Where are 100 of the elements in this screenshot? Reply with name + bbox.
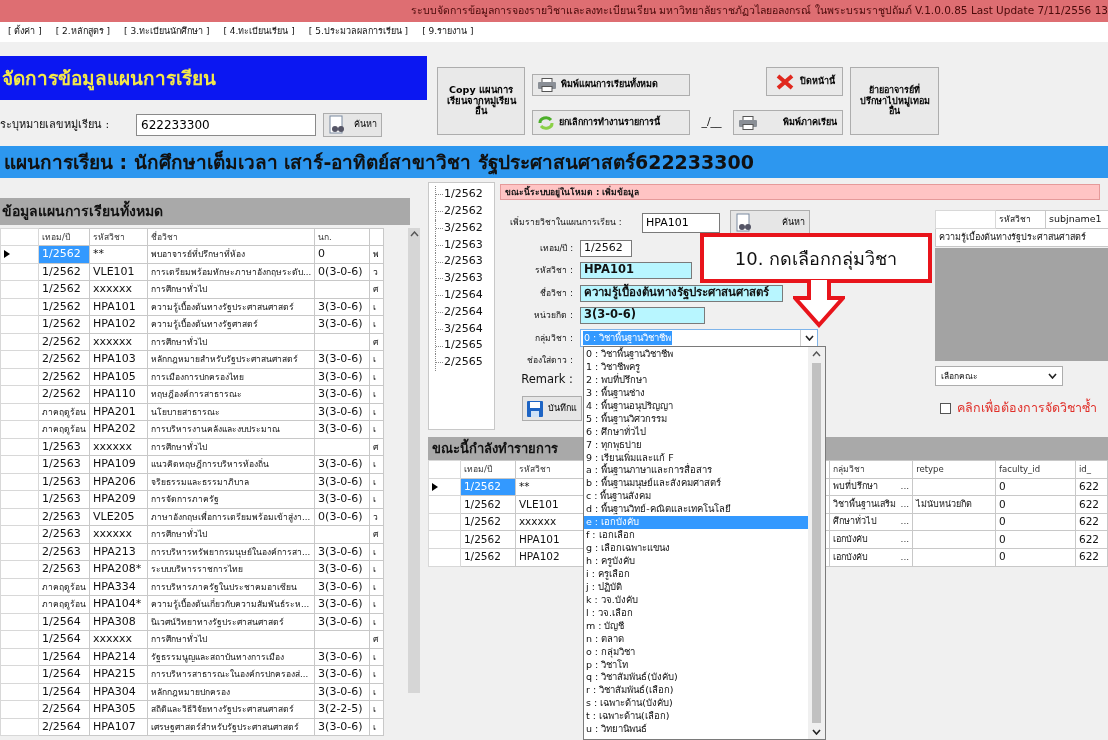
faculty-dropdown[interactable]: เลือกคณะ xyxy=(935,366,1063,386)
dropdown-option[interactable]: d : พื้นฐานวิทย์-คณิตและเทคโนโลยี xyxy=(584,503,808,517)
menu-item[interactable]: [ ตั้งค่า ] xyxy=(8,25,42,39)
dropdown-option[interactable]: u : วิทยานิพนธ์ xyxy=(584,723,808,737)
table-cell: xxxxxx xyxy=(89,630,148,649)
column-header[interactable]: id_ xyxy=(1075,460,1108,479)
callout-arrow xyxy=(793,280,845,328)
dropdown-option[interactable]: l : วจ.เลือก xyxy=(584,606,808,620)
menu-item[interactable]: [ 9.รายงาน ] xyxy=(422,25,474,39)
table-cell: เ xyxy=(369,578,384,596)
tree-item[interactable]: 2/2563 xyxy=(435,253,483,270)
dropdown-option[interactable]: r : วิชาสัมพันธ์(เลือก) xyxy=(584,684,808,698)
table-cell: HPA213 xyxy=(89,543,148,561)
dropdown-option[interactable]: o : กลุ่มวิชา xyxy=(584,645,808,659)
text-field[interactable]: 3(3-0-6) xyxy=(580,306,705,324)
dropdown-option[interactable]: j : ปฏิบัติ xyxy=(584,580,808,594)
dropdown-option[interactable]: q : วิชาสัมพันธ์(บังคับ) xyxy=(584,671,808,685)
table-cell: HPA101 xyxy=(89,298,148,316)
menu-item[interactable]: [ 2.หลักสูตร ] xyxy=(55,25,111,39)
field-label: ช่องใส่ดาว : xyxy=(526,353,574,367)
text-field[interactable]: HPA101 xyxy=(580,261,692,279)
close-button[interactable]: ปิดหน้านี้ xyxy=(766,67,843,96)
table-cell: HPA105 xyxy=(89,368,148,386)
table-cell: xxxxxx xyxy=(89,525,148,544)
table-cell: การจัดการภาครัฐ xyxy=(147,490,315,509)
more-button[interactable]: ... xyxy=(900,480,910,494)
table-cell: 622 xyxy=(1075,548,1108,567)
dropdown-option[interactable]: i : ครูเลือก xyxy=(584,567,808,581)
table-cell: 3(3-0-6) xyxy=(314,420,370,439)
table-cell: 2/2563 xyxy=(38,525,90,544)
group-number-field[interactable]: 622233300 xyxy=(136,114,316,136)
tree-item[interactable]: 2/2564 xyxy=(435,303,483,321)
tree-item[interactable]: 1/2564 xyxy=(435,286,483,304)
save-button[interactable]: บันทึกแ xyxy=(522,396,582,421)
column-header[interactable]: retype xyxy=(912,460,996,479)
move-advisor-button[interactable]: ย้ายอาจารย์ที่ปรึกษาไปหมู่เทอมอื่น xyxy=(850,67,939,135)
column-header[interactable]: รหัสวิชา xyxy=(515,460,586,479)
tree-item[interactable]: 2/2565 xyxy=(435,353,483,371)
more-button[interactable]: ... xyxy=(900,532,910,547)
tree-item[interactable]: 2/2562 xyxy=(435,202,483,220)
table-cell: 3(3-0-6) xyxy=(314,490,370,509)
dropdown-option[interactable]: k : วจ.บังคับ xyxy=(584,593,808,607)
dropdown-option[interactable]: 2 : พบที่ปรึกษา xyxy=(584,373,808,387)
dropdown-option[interactable]: m : บัญชี xyxy=(584,619,808,633)
table-cell: HPA208* xyxy=(89,560,148,579)
menu-item[interactable]: [ 4.ทะเบียนเรียน ] xyxy=(223,25,295,39)
dropdown-option[interactable]: 6 : ศึกษาทั่วไป xyxy=(584,425,808,439)
dropdown-option[interactable]: t : เฉพาะด้าน(เลือก) xyxy=(584,710,808,724)
tree-item[interactable]: 1/2563 xyxy=(435,236,483,254)
tree-item[interactable]: 3/2564 xyxy=(435,320,483,338)
checkbox-label[interactable]: คลิกเพื่อต้องการจัดวิชาซ้ำ xyxy=(957,399,1097,418)
table-cell: แนวคิดทฤษฎีการบริหารท้องถิ่น xyxy=(147,455,315,474)
column-header[interactable]: subjname1 xyxy=(1045,210,1108,229)
column-header[interactable]: faculty_id xyxy=(995,460,1076,479)
more-button[interactable]: ... xyxy=(900,515,910,529)
scrollbar[interactable] xyxy=(808,347,825,739)
search-button[interactable]: ค้นหา xyxy=(323,113,382,137)
tree-item[interactable]: 1/2565 xyxy=(435,337,483,354)
column-header[interactable]: กลุ่มวิชา xyxy=(829,460,913,479)
dropdown-option[interactable]: 3 : พื้นฐานช่าง xyxy=(584,386,808,400)
table-cell: 3(3-0-6) xyxy=(314,403,370,421)
dropdown-option[interactable]: n : ตลาด xyxy=(584,632,808,646)
text-field[interactable]: 1/2562 xyxy=(580,240,632,257)
dropdown-option[interactable]: s : เฉพาะด้าน(บังคับ) xyxy=(584,697,808,711)
column-header[interactable]: ชื่อวิชา xyxy=(147,228,315,246)
dropdown-option[interactable]: g : เลือกเฉพาะแขนง xyxy=(584,542,808,555)
column-header[interactable]: เทอม/ปี xyxy=(460,460,516,479)
column-header[interactable]: รหัสวิชา xyxy=(89,228,148,246)
table-cell: 3(3-0-6) xyxy=(314,718,370,736)
dropdown-option[interactable]: 1 : วิชาชีพครู xyxy=(584,360,808,374)
cancel-button[interactable]: ยกเลิกการทำงานรายการนี้ xyxy=(532,110,690,135)
checkbox[interactable] xyxy=(940,402,951,414)
menu-item[interactable]: [ 5.ประมวลผลการเรียน ] xyxy=(308,25,409,39)
table-cell: การศึกษาทั่วไป xyxy=(147,525,315,544)
tree-item[interactable]: 3/2562 xyxy=(435,219,483,237)
tree-item[interactable]: 1/2562 xyxy=(435,186,483,203)
dropdown-option[interactable]: 0 : วิชาพื้นฐานวิชาชีพ xyxy=(584,348,808,361)
dropdown-option[interactable]: p : วิชาโท xyxy=(584,658,808,672)
column-header[interactable]: เทอม/ปี xyxy=(38,228,90,246)
print-all-button[interactable]: พิมพ์แผนการเรียนทั้งหมด xyxy=(532,74,690,96)
column-header[interactable]: นก. xyxy=(314,228,370,246)
table-cell: ** xyxy=(89,245,148,264)
scrollbar[interactable] xyxy=(408,228,420,693)
text-field[interactable]: ความรู้เบื้องต้นทางรัฐประศาสนศาสตร์ xyxy=(580,284,783,302)
table-cell: ภาคฤดูร้อน xyxy=(38,578,90,596)
table-cell: การศึกษาทั่วไป xyxy=(147,280,315,299)
more-button[interactable]: ... xyxy=(900,550,910,564)
table-cell: เ xyxy=(369,298,384,316)
printer-icon xyxy=(739,115,757,130)
dropdown-option[interactable]: 4 : พื้นฐานอนุปริญญา xyxy=(584,399,808,413)
copy-button[interactable]: Copy แผนการเรียนจากหมู่เรียนอื่น xyxy=(437,67,525,135)
tree-item[interactable]: 3/2563 xyxy=(435,270,483,287)
table-cell: 1/2563 xyxy=(38,455,90,474)
menu-item[interactable]: [ 3.ทะเบียนนักศึกษา ] xyxy=(124,25,210,39)
table-cell: VLE101 xyxy=(89,263,148,281)
subject-code-field[interactable]: HPA101 xyxy=(642,212,720,233)
print-term-button[interactable]: พิมพ์ภาคเรียน xyxy=(733,110,843,135)
more-button[interactable]: ... xyxy=(900,497,910,512)
search-button[interactable]: ค้นหา xyxy=(730,210,810,235)
column-header[interactable]: รหัสวิชา xyxy=(995,210,1046,229)
